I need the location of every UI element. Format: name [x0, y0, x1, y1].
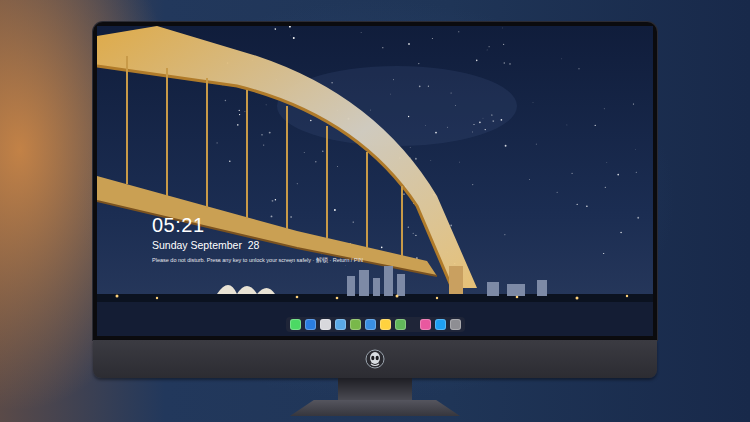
dock-app-icon[interactable] [380, 319, 391, 330]
lock-notice: Please do not disturb. Press any key to … [152, 257, 653, 264]
dock-app-icon[interactable] [320, 319, 331, 330]
dock-app-icon[interactable] [350, 319, 361, 330]
dock-area [97, 317, 653, 332]
dock-app-icon[interactable] [450, 319, 461, 330]
dock-app-icon[interactable] [365, 319, 376, 330]
monitor-neck [338, 378, 412, 400]
dock-app-icon[interactable] [290, 319, 301, 330]
dock-app-icon[interactable] [305, 319, 316, 330]
lock-time: 05:21 [152, 214, 653, 236]
lock-screen[interactable]: 05:21 Sunday September 28 Please do not … [97, 26, 653, 336]
monitor-chin [93, 340, 657, 378]
lock-overlay: 05:21 Sunday September 28 Please do not … [97, 26, 653, 336]
dock-app-icon[interactable] [335, 319, 346, 330]
lock-date: Sunday September 28 [152, 239, 653, 253]
bridge-photo [97, 26, 653, 336]
dock-app-icon[interactable] [435, 319, 446, 330]
alien-logo-icon [365, 349, 385, 369]
monitor-bezel: 05:21 Sunday September 28 Please do not … [93, 22, 657, 340]
monitor-foot [290, 400, 460, 416]
dock-app-icon[interactable] [395, 319, 406, 330]
monitor: 05:21 Sunday September 28 Please do not … [93, 22, 657, 422]
dock-app-icon[interactable] [420, 319, 431, 330]
dock [286, 317, 465, 332]
